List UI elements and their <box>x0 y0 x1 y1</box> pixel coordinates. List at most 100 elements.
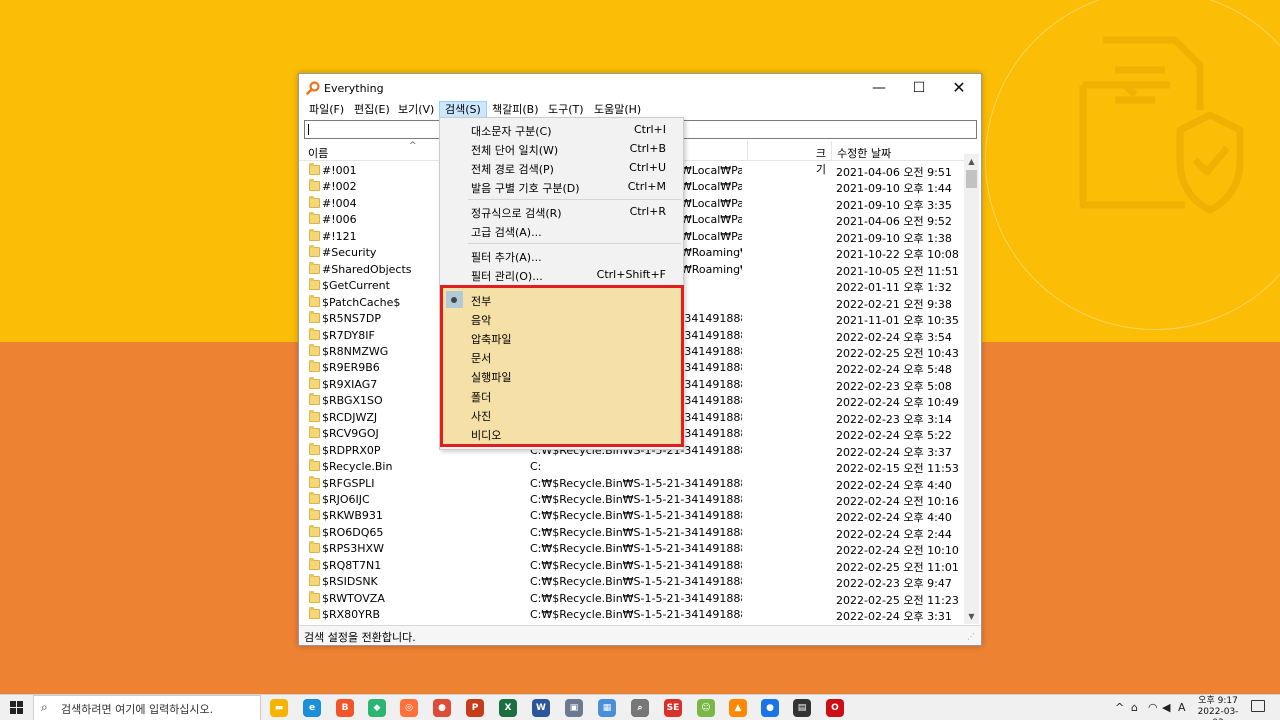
row-path: C:₩$Recycle.Bin₩S-1-5-21-3414918882-3... <box>530 591 742 605</box>
table-row[interactable]: $Recycle.Bin C: 2022-02-15 오전 11:53 <box>299 458 967 475</box>
everything-search-icon[interactable]: ⌕ <box>631 699 649 717</box>
menu-item-match-case[interactable]: 대소문자 구분(C) Ctrl+I <box>440 120 683 139</box>
row-name: $R5NS7DP <box>322 312 381 326</box>
folder-icon <box>309 179 320 192</box>
folder-icon <box>309 278 320 291</box>
filter-option[interactable]: 실행파일 <box>443 366 681 385</box>
window-title: Everything <box>324 82 384 95</box>
maximize-button[interactable]: ☐ <box>899 74 939 102</box>
menu-item-advanced-search[interactable]: 고급 검색(A)... <box>440 221 683 240</box>
wifi-icon[interactable]: ◠ <box>1148 701 1158 714</box>
menu-separator <box>468 199 681 200</box>
table-row[interactable]: $RQ8T7N1 C:₩$Recycle.Bin₩S-1-5-21-3414918… <box>299 557 967 574</box>
file-explorer-icon[interactable]: ▬ <box>270 699 288 717</box>
app-icon[interactable]: ◆ <box>368 699 386 717</box>
vertical-scrollbar[interactable]: ▲ ▼ <box>964 154 979 624</box>
menu-help[interactable]: 도움말(H) <box>589 101 646 118</box>
menu-view[interactable]: 보기(V) <box>393 101 439 118</box>
taskbar-search-box[interactable]: ⌕ 검색하려면 여기에 입력하십시오. <box>33 695 261 720</box>
menu-item-match-diacritics[interactable]: 발음 구별 기호 구분(D) Ctrl+M <box>440 177 683 196</box>
scroll-down-icon[interactable]: ▼ <box>964 609 979 624</box>
row-name: #Security <box>322 246 377 260</box>
scroll-thumb[interactable] <box>966 170 977 188</box>
chrome-icon[interactable]: ● <box>433 699 451 717</box>
app-icon[interactable]: ▣ <box>565 699 583 717</box>
app-icon[interactable]: SE <box>664 699 682 717</box>
row-name: $RDPRX0P <box>322 443 381 457</box>
table-row[interactable]: $RX80YRB C:₩$Recycle.Bin₩S-1-5-21-3414918… <box>299 606 967 622</box>
filter-option[interactable]: 사진 <box>443 405 681 424</box>
menu-bookmarks[interactable]: 책갈피(B) <box>487 101 544 118</box>
menu-item-shortcut: Ctrl+I <box>633 123 666 136</box>
input-language-icon[interactable]: A <box>1178 701 1186 714</box>
table-row[interactable]: $RSIDSNK C:₩$Recycle.Bin₩S-1-5-21-3414918… <box>299 573 967 590</box>
shield-folder-icon <box>1079 36 1244 214</box>
filter-option[interactable]: 전부 <box>443 290 681 309</box>
row-path: C:₩$Recycle.Bin₩S-1-5-21-3414918882-3... <box>530 608 742 622</box>
folder-icon <box>309 228 320 241</box>
table-row[interactable]: $RPS3HXW C:₩$Recycle.Bin₩S-1-5-21-3414918… <box>299 540 967 557</box>
status-text: 검색 설정을 전환합니다. <box>304 631 416 644</box>
app-icon[interactable]: ▦ <box>598 699 616 717</box>
powerpoint-icon[interactable]: P <box>466 699 484 717</box>
menu-file[interactable]: 파일(F) <box>304 101 349 118</box>
scroll-up-icon[interactable]: ▲ <box>964 154 979 169</box>
table-row[interactable]: $RKWB931 C:₩$Recycle.Bin₩S-1-5-21-3414918… <box>299 507 967 524</box>
network-icon[interactable]: ⌂ <box>1131 701 1138 714</box>
firefox-icon[interactable]: ◎ <box>400 699 418 717</box>
column-divider[interactable] <box>831 141 832 161</box>
folder-icon <box>309 442 320 455</box>
system-clock[interactable]: 오후 9:17 2022-03-03 <box>1193 696 1243 720</box>
table-row[interactable]: $RWTOVZA C:₩$Recycle.Bin₩S-1-5-21-3414918… <box>299 590 967 607</box>
status-bar: 검색 설정을 전환합니다. ⋰ <box>299 625 981 645</box>
filter-option[interactable]: 문서 <box>443 347 681 366</box>
tray-chevron-icon[interactable]: ^ <box>1115 701 1124 714</box>
table-row[interactable]: $RO6DQ65 C:₩$Recycle.Bin₩S-1-5-21-3414918… <box>299 524 967 541</box>
word-icon[interactable]: W <box>532 699 550 717</box>
menu-item-organize-filters[interactable]: 필터 관리(O)... Ctrl+Shift+F <box>440 265 683 284</box>
filter-option[interactable]: 폴더 <box>443 386 681 405</box>
row-path: C:₩$Recycle.Bin₩S-1-5-21-3414918882-3... <box>530 525 742 539</box>
chrome-icon[interactable]: ● <box>761 699 779 717</box>
brave-icon[interactable]: B <box>336 699 354 717</box>
table-row[interactable]: $RJO6IJC C:₩$Recycle.Bin₩S-1-5-21-3414918… <box>299 491 967 508</box>
row-path: C:₩$Recycle.Bin₩S-1-5-21-3414918882-3... <box>530 542 742 556</box>
folder-icon <box>309 212 320 225</box>
menu-item-match-path[interactable]: 전체 경로 검색(P) Ctrl+U <box>440 158 683 177</box>
folder-icon <box>309 492 320 504</box>
row-path: C:₩$Recycle.Bin₩S-1-5-21-3414918882-3... <box>530 575 742 589</box>
column-name-header[interactable]: 이름 <box>308 145 328 161</box>
close-button[interactable]: ✕ <box>939 74 979 102</box>
vlc-icon[interactable]: ▲ <box>729 699 747 717</box>
edge-icon[interactable]: e <box>303 699 321 717</box>
menu-edit[interactable]: 편집(E) <box>349 101 395 118</box>
folder-icon <box>309 607 320 620</box>
column-date-header[interactable]: 수정한 날짜 <box>837 145 891 161</box>
title-bar[interactable]: Everything — ☐ ✕ <box>299 74 981 102</box>
menu-search[interactable]: 검색(S) <box>439 101 487 118</box>
volume-icon[interactable]: ◀ <box>1162 701 1170 714</box>
row-name: #!001 <box>322 164 357 177</box>
filter-option[interactable]: 음악 <box>443 309 681 328</box>
filter-option[interactable]: 비디오 <box>443 424 681 443</box>
table-row[interactable]: $RFGSPLI C:₩$Recycle.Bin₩S-1-5-21-3414918… <box>299 475 967 492</box>
windows-start-icon[interactable] <box>10 701 24 715</box>
menu-item-label: 대소문자 구분(C) <box>471 125 552 138</box>
row-name: $RCDJWZJ <box>322 410 378 424</box>
opera-icon[interactable]: O <box>826 699 844 717</box>
row-name: $GetCurrent <box>322 279 390 293</box>
menu-item-regex[interactable]: 정규식으로 검색(R) Ctrl+R <box>440 202 683 221</box>
app-icon[interactable]: ☺ <box>697 699 715 717</box>
app-icon[interactable]: ▤ <box>793 699 811 717</box>
taskbar-search-placeholder: 검색하려면 여기에 입력하십시오. <box>61 703 214 716</box>
resize-grip-icon[interactable]: ⋰ <box>967 632 977 642</box>
menu-item-add-filter[interactable]: 필터 추가(A)... <box>440 246 683 265</box>
filter-option[interactable]: 압축파일 <box>443 328 681 347</box>
menu-tools[interactable]: 도구(T) <box>543 101 589 118</box>
notification-icon[interactable] <box>1251 700 1265 712</box>
minimize-button[interactable]: — <box>859 74 899 102</box>
menu-item-match-whole-word[interactable]: 전체 단어 일치(W) Ctrl+B <box>440 139 683 158</box>
folder-icon <box>309 245 320 258</box>
excel-icon[interactable]: X <box>499 699 517 717</box>
column-divider[interactable] <box>747 141 748 161</box>
